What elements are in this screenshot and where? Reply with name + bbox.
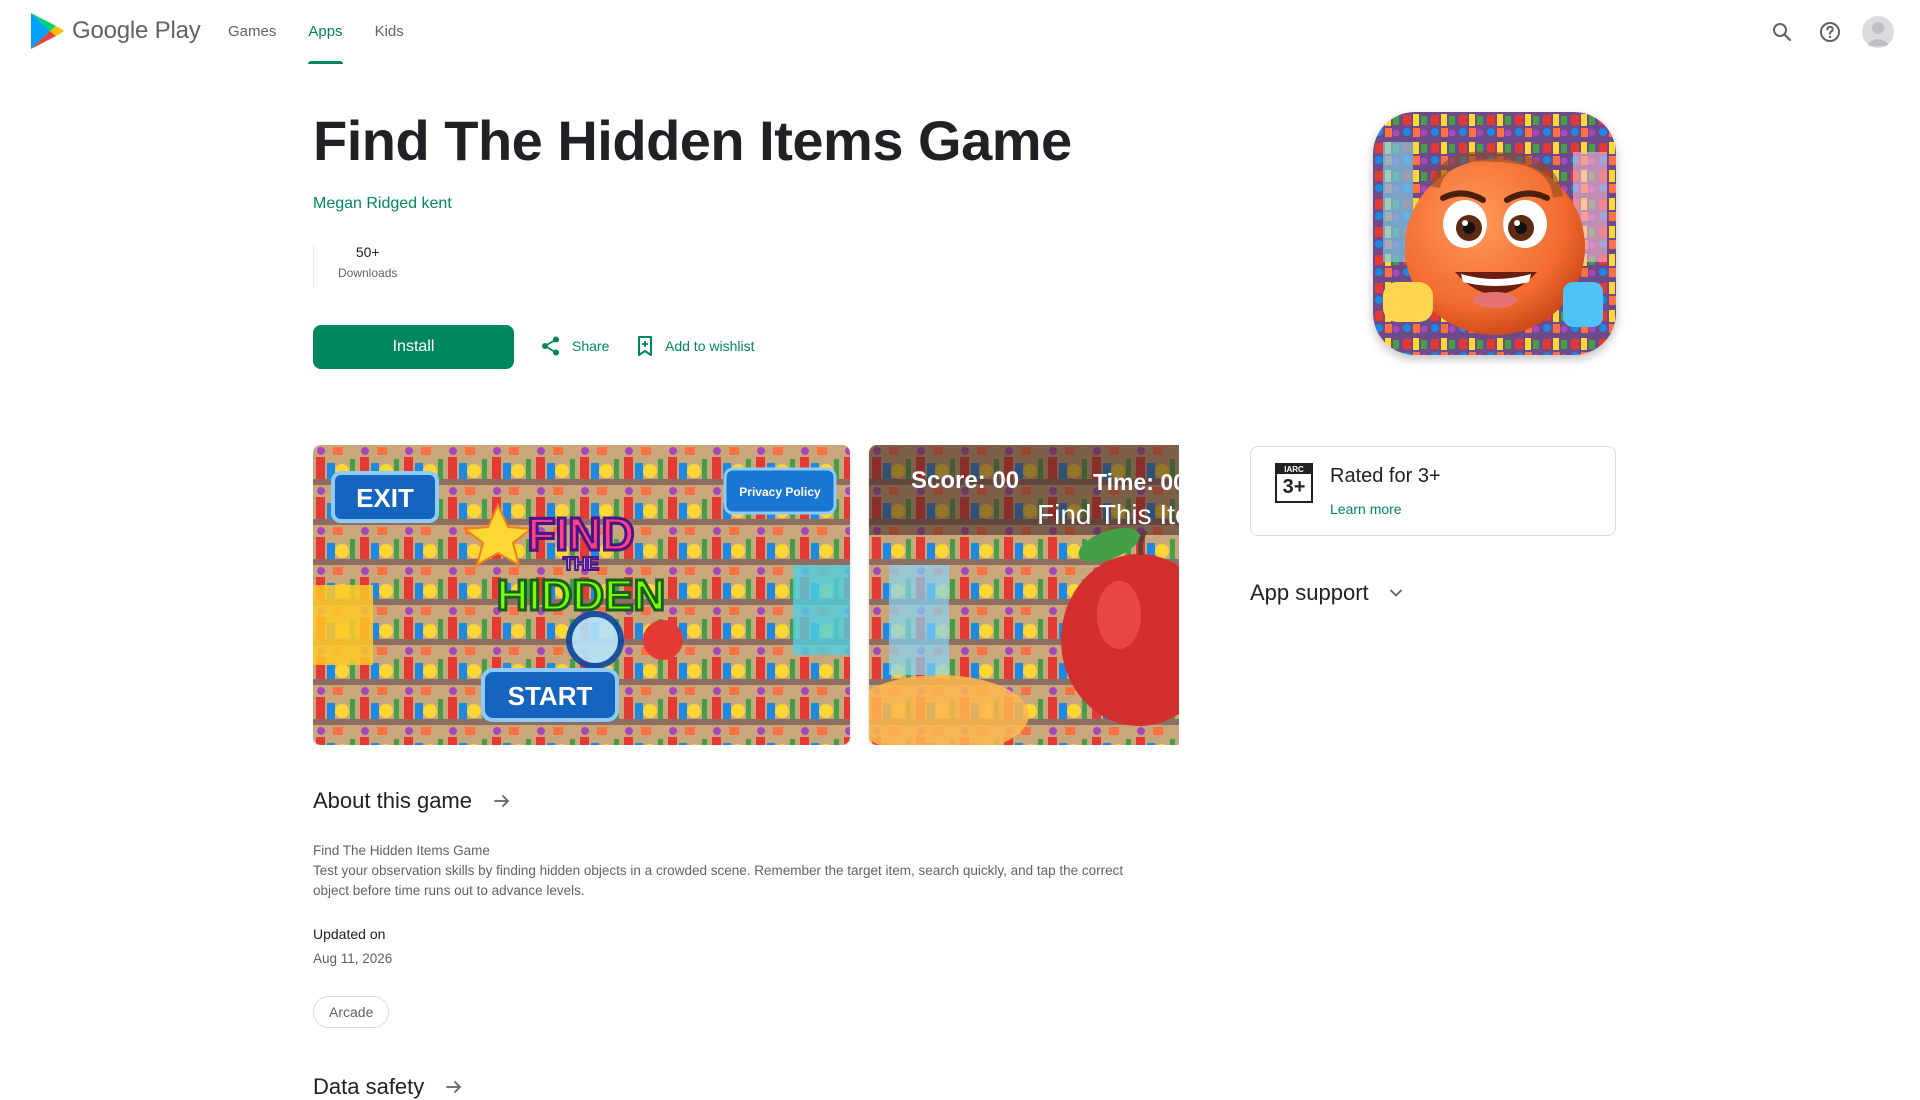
developer-link[interactable]: Megan Ridged kent xyxy=(313,195,452,213)
install-button[interactable]: Install xyxy=(313,325,514,369)
updated-on-date: Aug 11, 2026 xyxy=(313,951,393,966)
updated-on-label: Updated on xyxy=(313,926,386,942)
avatar xyxy=(1862,16,1894,48)
logo-text: Google Play xyxy=(72,17,201,44)
find-item-text: Find This Ite xyxy=(1037,499,1179,530)
category-chip-arcade[interactable]: Arcade xyxy=(313,996,390,1028)
wishlist-label: Add to wishlist xyxy=(665,338,755,354)
app-icon-image xyxy=(1373,112,1616,355)
time-text: Time: 00 xyxy=(1093,469,1179,495)
chevron-down-icon xyxy=(1389,589,1402,597)
data-safety-link[interactable]: Data safety xyxy=(313,1074,464,1100)
app-support-label: App support xyxy=(1250,580,1369,605)
top-icons xyxy=(1754,12,1898,52)
downloads-value: 50+ xyxy=(355,244,380,260)
about-heading: About this game xyxy=(313,788,472,813)
bookmark-add-icon xyxy=(638,336,652,356)
nav-kids[interactable]: Kids xyxy=(359,0,420,64)
share-label: Share xyxy=(572,338,610,354)
rating-badge-top: IARC xyxy=(1277,465,1311,474)
content-rating-card: IARC 3+ Rated for 3+ Learn more xyxy=(1250,446,1616,536)
screenshot-2-image: Score: 00 Time: 00 Find This Ite xyxy=(869,445,1179,745)
screenshot-1[interactable]: EXIT Privacy Policy FIND THE HIDDEN STAR… xyxy=(313,445,850,745)
description-line-2: Test your observation skills by finding … xyxy=(313,863,1124,898)
nav-games[interactable]: Games xyxy=(212,0,292,64)
person-icon xyxy=(1866,22,1890,46)
screenshots-carousel[interactable]: EXIT Privacy Policy FIND THE HIDDEN STAR… xyxy=(313,445,1179,745)
about-this-game-link[interactable]: About this game xyxy=(313,788,512,814)
exit-text: EXIT xyxy=(356,483,414,513)
find-text: FIND xyxy=(527,508,634,560)
arrow-right-icon xyxy=(446,1081,462,1093)
data-safety-heading: Data safety xyxy=(313,1074,425,1099)
app-icon xyxy=(1373,112,1616,355)
downloads-label: Downloads xyxy=(338,266,398,280)
app-support-toggle[interactable]: App support xyxy=(1250,580,1405,606)
learn-more-link[interactable]: Learn more xyxy=(1330,501,1402,517)
hidden-text: HIDDEN xyxy=(497,571,666,620)
google-play-logo[interactable]: Google Play xyxy=(30,12,201,50)
play-logo-icon xyxy=(31,13,64,49)
search-button[interactable] xyxy=(1762,12,1802,52)
iarc-3-badge-icon: IARC 3+ xyxy=(1275,463,1313,503)
app-description: Find The Hidden Items Game Test your obs… xyxy=(313,841,1143,901)
rating-badge-value: 3+ xyxy=(1282,476,1306,498)
nav-apps[interactable]: Apps xyxy=(292,0,358,64)
score-text: Score: 00 xyxy=(911,467,1019,494)
help-button[interactable] xyxy=(1810,12,1850,52)
app-title: Find The Hidden Items Game xyxy=(313,109,1072,172)
screenshot-2[interactable]: Score: 00 Time: 00 Find This Ite xyxy=(869,445,1179,745)
description-line-1: Find The Hidden Items Game xyxy=(313,843,490,858)
rating-text: Rated for 3+ xyxy=(1330,465,1441,487)
help-icon xyxy=(1820,22,1840,42)
account-button[interactable] xyxy=(1858,12,1898,52)
share-button[interactable]: Share xyxy=(540,335,609,357)
screenshot-1-image: EXIT Privacy Policy FIND THE HIDDEN STAR… xyxy=(313,445,850,745)
privacy-text: Privacy Policy xyxy=(739,485,821,499)
arrow-right-icon xyxy=(494,795,509,807)
downloads-stat: 50+ Downloads xyxy=(313,244,397,288)
start-text: START xyxy=(508,681,593,711)
share-icon xyxy=(542,336,559,356)
search-icon xyxy=(1773,23,1792,42)
top-bar: Google Play Games Apps Kids xyxy=(0,0,1920,64)
wishlist-button[interactable]: Add to wishlist xyxy=(635,335,754,357)
main-nav: Games Apps Kids xyxy=(212,0,420,64)
